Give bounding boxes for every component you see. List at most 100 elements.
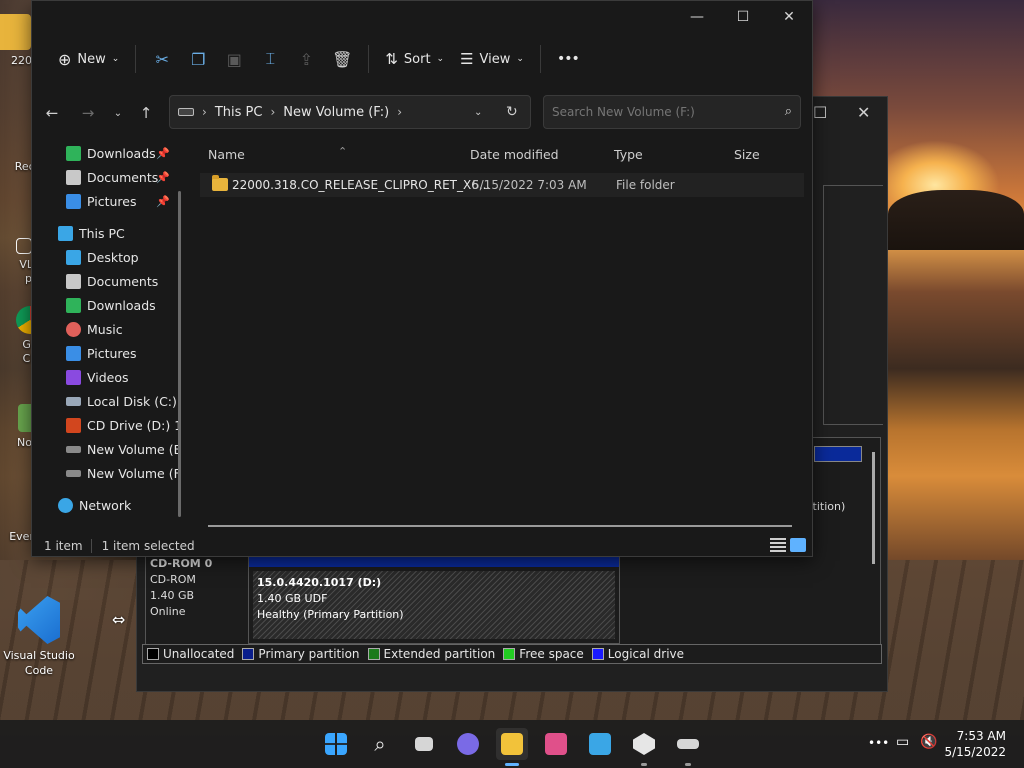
nav-item-pictures-pinned[interactable]: Pictures (66, 189, 170, 213)
close-button[interactable]: ✕ (766, 1, 812, 33)
chevron-right-icon: › (270, 105, 276, 119)
recent-locations-button[interactable]: ⌄ (104, 99, 132, 127)
volume-size: 1.40 GB UDF (257, 592, 328, 605)
back-button[interactable]: ← (38, 99, 66, 127)
nav-item-new-volume-f[interactable]: New Volume (F (66, 461, 178, 485)
legend-primary-partition: Primary partition (242, 647, 360, 661)
copy-button[interactable]: ❐ (180, 43, 216, 75)
nav-item-new-volume-e[interactable]: New Volume (E (66, 437, 178, 461)
minimize-icon: — (690, 9, 704, 25)
legend-label: Unallocated (163, 647, 235, 661)
task-view-button[interactable] (408, 728, 440, 760)
file-explorer-button[interactable] (496, 728, 528, 766)
desktop-icon-label: Visual Studio Code (3, 649, 75, 677)
address-dropdown-icon[interactable]: ⌄ (474, 107, 482, 118)
pin-icon[interactable]: 📌 (156, 171, 178, 184)
search-icon: ⌕ (374, 732, 386, 756)
up-button[interactable]: ↑ (132, 99, 160, 127)
desktop-icon-vscode[interactable]: Visual Studio Code (2, 596, 76, 678)
nav-item-this-pc[interactable]: This PC (58, 221, 178, 245)
volume-block[interactable]: 15.0.4420.1017 (D:) 1.40 GB UDF Healthy … (248, 556, 620, 644)
chat-button[interactable] (452, 728, 484, 760)
nav-label: New Volume (E (87, 441, 178, 457)
sort-button[interactable]: ⇅ Sort ⌄ (377, 43, 452, 75)
refresh-icon[interactable]: ↻ (506, 104, 518, 120)
breadcrumb-this-pc[interactable]: This PC (215, 105, 263, 120)
nav-item-pictures[interactable]: Pictures (66, 341, 178, 365)
horizontal-scrollbar[interactable] (208, 525, 792, 527)
details-view-icon[interactable] (770, 538, 786, 552)
legend-logical-drive: Logical drive (591, 647, 684, 661)
nav-item-network[interactable]: Network (58, 493, 178, 517)
drive-button[interactable] (672, 728, 704, 766)
store-button[interactable] (584, 728, 616, 760)
paste-button[interactable]: ▣ (216, 43, 252, 75)
legend-extended-partition: Extended partition (367, 647, 495, 661)
maximize-icon[interactable]: ☐ (813, 103, 827, 122)
chevron-right-icon: › (397, 105, 403, 119)
nav-item-documents[interactable]: Documents (66, 269, 178, 293)
taskbar: ⌕ ••• ▭ 🔇 7:53 AM 5/15/2022 (0, 720, 1024, 768)
cut-button[interactable]: ✂ (144, 43, 180, 75)
forward-button[interactable]: → (74, 99, 102, 127)
chevron-down-icon: ⌄ (516, 54, 524, 64)
column-header-size[interactable]: Size (734, 147, 760, 162)
folder-icon (0, 14, 31, 50)
clock-time: 7:53 AM (956, 729, 1006, 743)
tiles-view-icon[interactable] (790, 538, 806, 552)
file-list: Name ⌃ Date modified Type Size 22000.318… (198, 139, 806, 533)
nav-item-desktop[interactable]: Desktop (66, 245, 178, 269)
file-explorer-window[interactable]: — ☐ ✕ ⊕ New ⌄ ✂ ❐ ▣ ⌶ ⇪ 🗑 ⇅ Sort ⌄ ☰ Vie… (31, 0, 813, 557)
chat-icon (457, 733, 479, 755)
display-icon[interactable]: ▭ (896, 734, 909, 750)
column-header-type[interactable]: Type (614, 147, 643, 162)
toolbar-divider (135, 45, 137, 73)
sort-ascending-icon: ⌃ (338, 145, 348, 158)
more-options-button[interactable]: ••• (549, 43, 587, 75)
new-button[interactable]: ⊕ New ⌄ (50, 43, 127, 75)
volume-details: 15.0.4420.1017 (D:) 1.40 GB UDF Healthy … (253, 571, 615, 639)
dropbox-button[interactable] (628, 728, 660, 766)
breadcrumb-new-volume[interactable]: New Volume (F:) (283, 105, 389, 120)
table-row[interactable]: 22000.318.CO_RELEASE_CLIPRO_RET_X6... 5/… (200, 173, 804, 197)
drive-icon (66, 445, 81, 453)
pin-icon[interactable]: 📌 (156, 195, 178, 208)
nav-item-local-disk-c[interactable]: Local Disk (C:) (66, 389, 178, 413)
pin-icon[interactable]: 📌 (156, 147, 178, 160)
toolbar-divider (539, 45, 541, 73)
tray-overflow-button[interactable]: ••• (868, 736, 889, 750)
share-button[interactable]: ⇪ (288, 43, 324, 75)
view-button[interactable]: ☰ View ⌄ (452, 43, 532, 75)
minimize-button[interactable]: — (674, 1, 720, 33)
disk-map-scrollbar[interactable] (872, 452, 875, 564)
column-header-name[interactable]: Name ⌃ (208, 145, 347, 162)
column-header-date[interactable]: Date modified (470, 147, 559, 162)
search-input[interactable] (552, 105, 776, 119)
search-box[interactable]: ⌕ (543, 95, 801, 129)
legend-unallocated: Unallocated (147, 647, 234, 661)
delete-button[interactable]: 🗑 (324, 43, 360, 75)
rename-button[interactable]: ⌶ (252, 43, 288, 75)
close-icon[interactable]: ✕ (857, 103, 870, 122)
title-bar[interactable]: — ☐ ✕ (32, 1, 812, 33)
media-button[interactable] (540, 728, 572, 760)
pictures-icon (66, 193, 81, 209)
nav-item-cd-drive-d[interactable]: CD Drive (D:) 15 (66, 413, 178, 437)
address-bar[interactable]: › This PC › New Volume (F:) › ⌄ ↻ (169, 95, 531, 129)
search-button[interactable]: ⌕ (364, 728, 396, 760)
maximize-button[interactable]: ☐ (720, 1, 766, 33)
music-icon (66, 321, 81, 337)
nav-item-downloads-pinned[interactable]: Downloads (66, 141, 170, 165)
legend-swatch (503, 648, 516, 660)
nav-item-music[interactable]: Music (66, 317, 178, 341)
navigation-scrollbar[interactable] (178, 191, 181, 517)
sound-muted-icon[interactable]: 🔇 (920, 734, 937, 750)
nav-item-videos[interactable]: Videos (66, 365, 178, 389)
nav-item-documents-pinned[interactable]: Documents (66, 165, 170, 189)
nav-item-downloads[interactable]: Downloads (66, 293, 178, 317)
disk-info[interactable]: CD-ROM 0 CD-ROM 1.40 GB Online (142, 556, 246, 642)
clock[interactable]: 7:53 AM 5/15/2022 (944, 728, 1006, 760)
start-button[interactable] (320, 728, 352, 760)
computer-icon (58, 225, 73, 241)
download-icon (66, 145, 81, 161)
